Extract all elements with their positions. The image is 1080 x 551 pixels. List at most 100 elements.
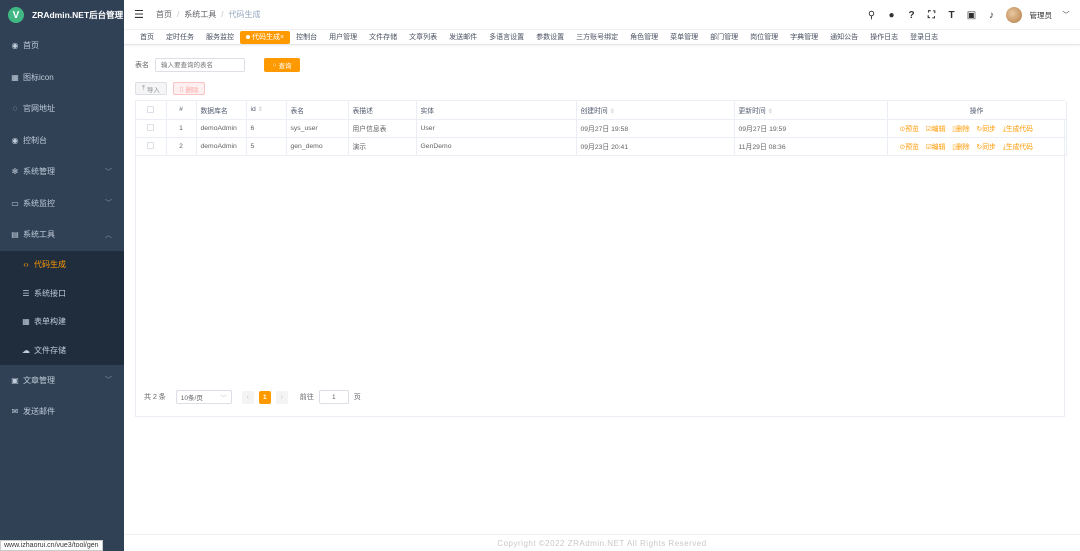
sort-icon[interactable]: ⇕: [610, 109, 615, 115]
dashboard-icon: ◉: [11, 135, 19, 145]
row-select[interactable]: [136, 119, 167, 138]
mail-icon: ✉: [11, 407, 19, 417]
sidebar: V ZRAdmin.NET后台管理 ◉ 首页 ▦ 图标icon ◌ 官网地址 ◉…: [0, 0, 124, 551]
sort-icon[interactable]: ⇕: [768, 109, 773, 115]
fullscreen-icon[interactable]: ⛶: [926, 10, 938, 21]
col-updated[interactable]: 更新时间 ⇕: [734, 101, 888, 120]
sidebar-item-monitor[interactable]: ▭ 系统监控 ﹀: [0, 188, 124, 220]
next-page-button[interactable]: ›: [275, 390, 288, 404]
tab-departments[interactable]: 部门管理: [704, 31, 744, 44]
tab-roles[interactable]: 角色管理: [624, 31, 664, 44]
tab-service-monitor[interactable]: 服务监控: [200, 31, 240, 44]
tab-send-mail[interactable]: 发送邮件: [443, 31, 483, 44]
prev-page-button[interactable]: ‹: [241, 390, 254, 404]
chevron-down-icon[interactable]: ﹀: [1060, 10, 1072, 20]
preview-link[interactable]: ⊙预览: [900, 144, 919, 151]
user-name[interactable]: 管理员: [1030, 10, 1053, 21]
dashboard-icon: ◉: [11, 41, 19, 51]
delete-link[interactable]: ▯删除: [952, 126, 969, 133]
breadcrumb-parent[interactable]: 系统工具: [184, 9, 216, 20]
search-icon[interactable]: ⚲: [866, 10, 878, 21]
tab-file-storage[interactable]: 文件存储: [363, 31, 403, 44]
sidebar-item-tools[interactable]: ▤ 系统工具 ︿: [0, 219, 124, 251]
sidebar-item-label: 系统接口: [34, 288, 66, 298]
tab-login-log[interactable]: 登录日志: [904, 31, 944, 44]
checkbox[interactable]: [147, 124, 155, 132]
tab-console[interactable]: 控制台: [290, 31, 323, 44]
logo-icon: V: [8, 7, 24, 23]
table-row: 1 demoAdmin 6 sys_user 用户信息表 User 09月27日…: [136, 119, 1067, 138]
edit-link[interactable]: ☑编辑: [926, 144, 946, 151]
sidebar-item-system[interactable]: ✻ 系统管理 ﹀: [0, 156, 124, 188]
import-label: 导入: [146, 86, 160, 94]
sidebar-item-codegen[interactable]: ‹› 代码生成: [0, 251, 124, 280]
sync-link[interactable]: ↻同步: [977, 144, 996, 151]
delete-button[interactable]: ▯ 删除: [172, 82, 206, 95]
tab-third-party[interactable]: 三方账号绑定: [570, 31, 624, 44]
sidebar-item-home[interactable]: ◉ 首页: [0, 30, 124, 62]
tab-i18n[interactable]: 多语言设置: [483, 31, 530, 44]
delete-label: 删除: [185, 86, 199, 94]
footer: Copyright ©2022 ZRAdmin.NET All Rights R…: [124, 534, 1080, 551]
col-entity: 实体: [416, 101, 577, 120]
font-size-icon[interactable]: T: [946, 10, 958, 21]
tab-operation-log[interactable]: 操作日志: [864, 31, 904, 44]
logo[interactable]: V ZRAdmin.NET后台管理: [0, 0, 124, 30]
chevron-down-icon: ﹀: [220, 395, 227, 402]
col-index: #: [166, 101, 197, 120]
tab-menus[interactable]: 菜单管理: [664, 31, 704, 44]
checkbox[interactable]: [147, 142, 155, 150]
breadcrumb-current: 代码生成: [228, 10, 261, 19]
import-button[interactable]: ⤒ 导入: [135, 82, 167, 95]
cell-updated: 11月29日 08:36: [734, 137, 888, 156]
tab-article-list[interactable]: 文章列表: [403, 31, 443, 44]
generate-link[interactable]: ⤓生成代码: [1003, 126, 1033, 133]
tab-home[interactable]: 首页: [134, 31, 160, 44]
checkbox[interactable]: [147, 106, 155, 114]
pagination: 共 2 条 10条/页 ﹀ ‹ 1 › 前往 页: [144, 390, 361, 404]
sidebar-item-form-builder[interactable]: ▦ 表单构建: [0, 308, 124, 337]
sync-link[interactable]: ↻同步: [977, 126, 996, 133]
generate-link[interactable]: ⤓生成代码: [1003, 144, 1033, 151]
sidebar-item-label: 系统监控: [23, 198, 55, 208]
tab-notices[interactable]: 通知公告: [824, 31, 864, 44]
row-select[interactable]: [136, 137, 167, 156]
tab-code-gen[interactable]: 代码生成×: [240, 30, 291, 44]
search-button[interactable]: ○ 查询: [264, 58, 300, 72]
page-size-select[interactable]: 10条/页 ﹀: [175, 390, 232, 404]
breadcrumb-home[interactable]: 首页: [156, 9, 172, 20]
cell-db: demoAdmin: [196, 137, 247, 156]
select-all-checkbox[interactable]: [136, 101, 167, 120]
sidebar-item-api[interactable]: ☰ 系统接口: [0, 279, 124, 308]
tab-dictionary[interactable]: 字典管理: [784, 31, 824, 44]
close-icon[interactable]: ×: [280, 34, 284, 41]
page-number[interactable]: 1: [258, 390, 271, 404]
col-id[interactable]: id ⇕: [246, 101, 287, 120]
preview-link[interactable]: ⊙预览: [900, 126, 919, 133]
sort-icon[interactable]: ⇕: [258, 107, 263, 113]
table-name-input[interactable]: [155, 58, 245, 72]
avatar[interactable]: [1005, 7, 1022, 23]
edit-link[interactable]: ☑编辑: [926, 126, 946, 133]
operation-bar: ⤒ 导入 ▯ 删除: [135, 82, 206, 95]
api-icon: ☰: [22, 288, 30, 298]
tab-users[interactable]: 用户管理: [323, 31, 363, 44]
tab-params[interactable]: 参数设置: [530, 31, 570, 44]
sidebar-item-console[interactable]: ◉ 控制台: [0, 125, 124, 157]
sidebar-item-articles[interactable]: ▣ 文章管理 ﹀: [0, 365, 124, 397]
bell-icon[interactable]: ♪: [986, 10, 998, 21]
menu-toggle-icon[interactable]: ☰: [134, 8, 146, 21]
help-icon[interactable]: ?: [906, 10, 918, 21]
goto-page-input[interactable]: [318, 390, 349, 404]
sidebar-item-send-mail[interactable]: ✉ 发送邮件: [0, 396, 124, 428]
github-icon[interactable]: ●: [886, 10, 898, 21]
language-icon[interactable]: ▣: [966, 10, 978, 21]
cell-created: 09月27日 19:58: [576, 119, 735, 138]
tab-scheduled-tasks[interactable]: 定时任务: [160, 31, 200, 44]
sidebar-item-icons[interactable]: ▦ 图标icon: [0, 62, 124, 94]
sidebar-item-website[interactable]: ◌ 官网地址: [0, 93, 124, 125]
tab-positions[interactable]: 岗位管理: [744, 31, 784, 44]
col-created[interactable]: 创建时间 ⇕: [576, 101, 735, 120]
delete-link[interactable]: ▯删除: [952, 144, 969, 151]
sidebar-item-file-storage[interactable]: ☁ 文件存储: [0, 336, 124, 365]
